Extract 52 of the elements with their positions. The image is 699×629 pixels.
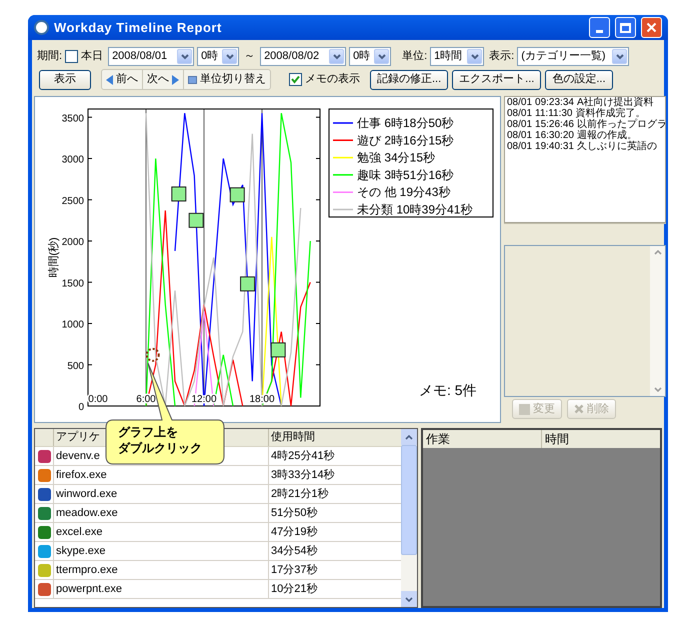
memo-toggle-checkbox[interactable]: メモの表示: [289, 71, 360, 88]
legend-label: 未分類 10時39分41秒: [357, 202, 472, 216]
y-tick-label: 1000: [62, 320, 84, 330]
action-button[interactable]: 記録の修正...: [370, 70, 448, 90]
memo-count: メモ: 5件: [419, 381, 477, 400]
end-date-field[interactable]: 2008/08/02: [260, 47, 346, 66]
action-button[interactable]: エクスポート...: [452, 70, 542, 90]
end-hour-select[interactable]: 0時: [349, 47, 392, 66]
switch-unit-button[interactable]: 単位切り替え: [184, 70, 270, 89]
memo-entry[interactable]: 08/01 15:26:46 以前作ったプログラ: [505, 119, 665, 130]
range-separator: ～: [243, 49, 256, 64]
table-cell: powerpnt.exe: [53, 580, 268, 598]
previous-button[interactable]: 前へ: [102, 70, 143, 89]
y-tick-label: 3500: [62, 113, 84, 124]
memo-entry[interactable]: 08/01 11:11:30 資料作成完了。: [505, 108, 665, 119]
y-tick-label: 2000: [62, 237, 84, 248]
unit-label: 単位:: [402, 49, 428, 64]
unit-select[interactable]: 1時間: [430, 47, 484, 66]
start-hour-select[interactable]: 0時: [197, 47, 240, 66]
legend-label: 仕事 6時18分50秒: [357, 116, 454, 130]
memo-entry[interactable]: 08/01 19:40:31 久しぶりに英語の: [505, 141, 665, 152]
y-tick-label: 0: [78, 402, 84, 413]
y-tick-label: 3000: [62, 154, 84, 166]
action-button[interactable]: 色の設定...: [545, 70, 613, 90]
window-title: Workday Timeline Report: [54, 18, 223, 37]
today-checkbox[interactable]: 本日: [65, 48, 104, 65]
y-tick-label: 1500: [62, 278, 84, 290]
x-tick-label: 0:00: [88, 394, 108, 405]
view-label: 表示:: [489, 49, 514, 64]
table-cell: firefox.exe: [53, 466, 268, 484]
legend-label: 遊び 2時16分15秒: [357, 133, 454, 148]
column-header[interactable]: 作業: [422, 430, 541, 448]
period-label: 期間:: [37, 49, 62, 64]
next-button[interactable]: 次へ: [143, 70, 184, 89]
table-cell: excel.exe: [53, 523, 268, 541]
table-cell: winword.exe: [53, 485, 268, 503]
memo-entry[interactable]: 08/01 16:30:20 週報の作成。: [505, 130, 665, 141]
y-tick-label: 2500: [62, 196, 84, 207]
legend-label: 趣味 3時51分16秒: [357, 168, 454, 182]
view-select[interactable]: (カテゴリー一覧): [517, 47, 630, 66]
table-cell: skype.exe: [53, 542, 268, 560]
table-cell: meadow.exe: [53, 504, 268, 522]
show-button[interactable]: 表示: [39, 70, 91, 90]
legend-label: 勉強 34分15秒: [357, 150, 436, 165]
memo-entry[interactable]: 08/01 09:23:34 A社向け提出資料: [505, 97, 665, 108]
table-cell: ttermpro.exe: [53, 561, 268, 579]
legend-label: その 他 19分43秒: [357, 185, 450, 200]
column-header[interactable]: 時間: [540, 430, 660, 448]
y-axis-label: 時間(秒): [48, 237, 60, 278]
start-date-field[interactable]: 2008/08/01: [108, 47, 194, 66]
y-tick-label: 500: [67, 360, 84, 372]
callout-text: グラフ上を: [118, 424, 179, 440]
